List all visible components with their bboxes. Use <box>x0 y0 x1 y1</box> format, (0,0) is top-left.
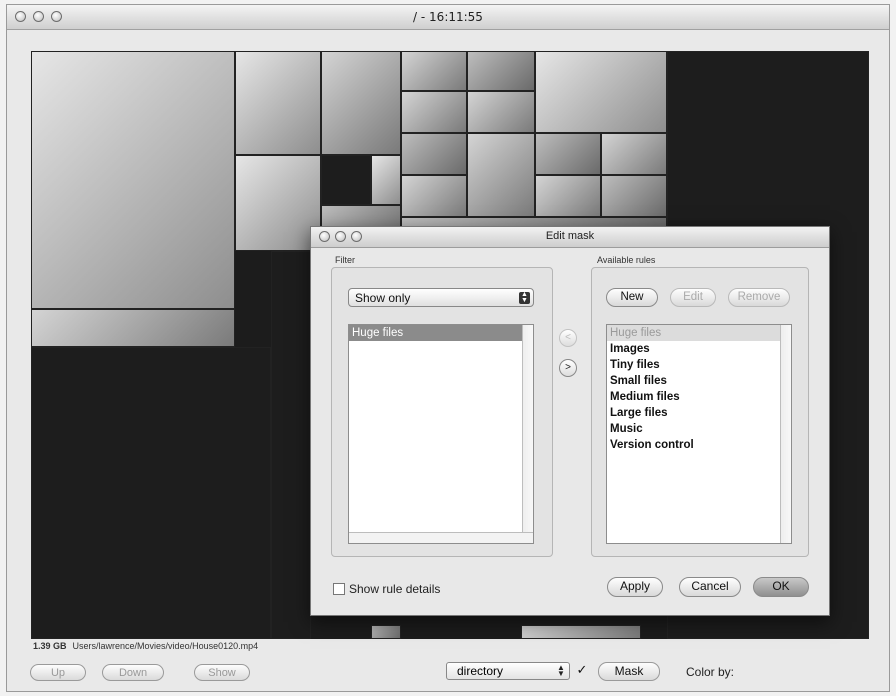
list-item[interactable]: Large files <box>607 405 791 421</box>
treemap-tile[interactable] <box>535 51 667 133</box>
show-button[interactable]: Show <box>194 664 250 681</box>
selected-path: Users/lawrence/Movies/video/House0120.mp… <box>72 641 259 651</box>
new-rule-button[interactable]: New <box>606 288 658 307</box>
available-rules-label: Available rules <box>597 255 656 265</box>
treemap-tile[interactable] <box>467 91 535 133</box>
treemap-tile[interactable] <box>321 155 371 205</box>
filter-mode-value: Show only <box>355 291 411 305</box>
list-item[interactable]: Huge files <box>607 325 791 341</box>
treemap-tile[interactable] <box>401 133 467 175</box>
selected-size: 1.39 GB <box>33 641 67 651</box>
treemap-tile[interactable] <box>467 133 535 217</box>
list-item[interactable]: Huge files <box>349 325 533 341</box>
mask-button[interactable]: Mask <box>598 662 660 681</box>
move-right-button[interactable]: > <box>559 359 577 377</box>
move-left-button[interactable]: < <box>559 329 577 347</box>
treemap-tile[interactable] <box>235 51 321 155</box>
treemap-tile[interactable] <box>371 155 401 205</box>
filter-mode-select[interactable]: Show only ▲ ▼ <box>348 288 534 307</box>
list-item[interactable]: Medium files <box>607 389 791 405</box>
treemap-tile[interactable] <box>31 51 235 309</box>
treemap-tile[interactable] <box>271 251 311 639</box>
filter-group-label: Filter <box>335 255 355 265</box>
up-button[interactable]: Up <box>30 664 86 681</box>
ok-button[interactable]: OK <box>753 577 809 597</box>
available-rules-list[interactable]: Huge files Images Tiny files Small files… <box>606 324 792 544</box>
cancel-button[interactable]: Cancel <box>679 577 741 597</box>
treemap-tile[interactable] <box>601 133 667 175</box>
treemap-tile[interactable] <box>371 625 401 639</box>
treemap-tile[interactable] <box>235 155 321 251</box>
group-by-value: directory <box>457 664 504 678</box>
treemap-tile[interactable] <box>521 625 641 639</box>
edit-rule-button[interactable]: Edit <box>670 288 716 307</box>
filter-list-hscrollbar[interactable] <box>349 532 533 543</box>
show-rule-details-checkbox[interactable] <box>333 583 345 595</box>
treemap-tile[interactable] <box>401 91 467 133</box>
edit-mask-dialog: Edit mask Filter Show only ▲ ▼ Huge files… <box>310 226 830 616</box>
treemap-tile[interactable] <box>401 175 467 217</box>
treemap-tile[interactable] <box>31 347 271 639</box>
list-item[interactable]: Images <box>607 341 791 357</box>
list-item[interactable]: Small files <box>607 373 791 389</box>
filter-group: Show only ▲ ▼ Huge files <box>331 267 553 557</box>
treemap-tile[interactable] <box>401 51 467 91</box>
status-path: 1.39 GB Users/lawrence/Movies/video/House… <box>33 641 258 651</box>
list-item[interactable]: Version control <box>607 437 791 453</box>
select-arrows-icon: ▲ ▼ <box>519 291 530 304</box>
mask-checkbox[interactable]: ✓ <box>576 663 588 677</box>
treemap-tile[interactable] <box>467 51 535 91</box>
treemap-tile[interactable] <box>535 133 601 175</box>
available-rules-group: New Edit Remove Huge files Images Tiny f… <box>591 267 809 557</box>
remove-rule-button[interactable]: Remove <box>728 288 790 307</box>
filter-list-scrollbar[interactable] <box>522 325 533 543</box>
dialog-title: Edit mask <box>545 230 595 242</box>
treemap-tile[interactable] <box>601 175 667 217</box>
group-by-select[interactable]: directory ▲ ▼ <box>446 662 570 680</box>
apply-button[interactable]: Apply <box>607 577 663 597</box>
list-item[interactable]: Music <box>607 421 791 437</box>
available-list-scrollbar[interactable] <box>780 325 791 543</box>
treemap-tile[interactable] <box>31 309 235 347</box>
down-button[interactable]: Down <box>102 664 164 681</box>
show-rule-details-label: Show rule details <box>349 582 441 596</box>
filter-rules-list[interactable]: Huge files <box>348 324 534 544</box>
list-item[interactable]: Tiny files <box>607 357 791 373</box>
color-by-label: Color by: <box>686 665 735 679</box>
treemap-tile[interactable] <box>321 51 401 155</box>
window-title: / - 16:11:55 <box>413 10 483 24</box>
title-bar: / - 16:11:55 <box>7 5 889 30</box>
select-arrows-icon: ▲ ▼ <box>557 663 565 678</box>
treemap-tile[interactable] <box>535 175 601 217</box>
dialog-title-bar: Edit mask <box>311 227 829 248</box>
